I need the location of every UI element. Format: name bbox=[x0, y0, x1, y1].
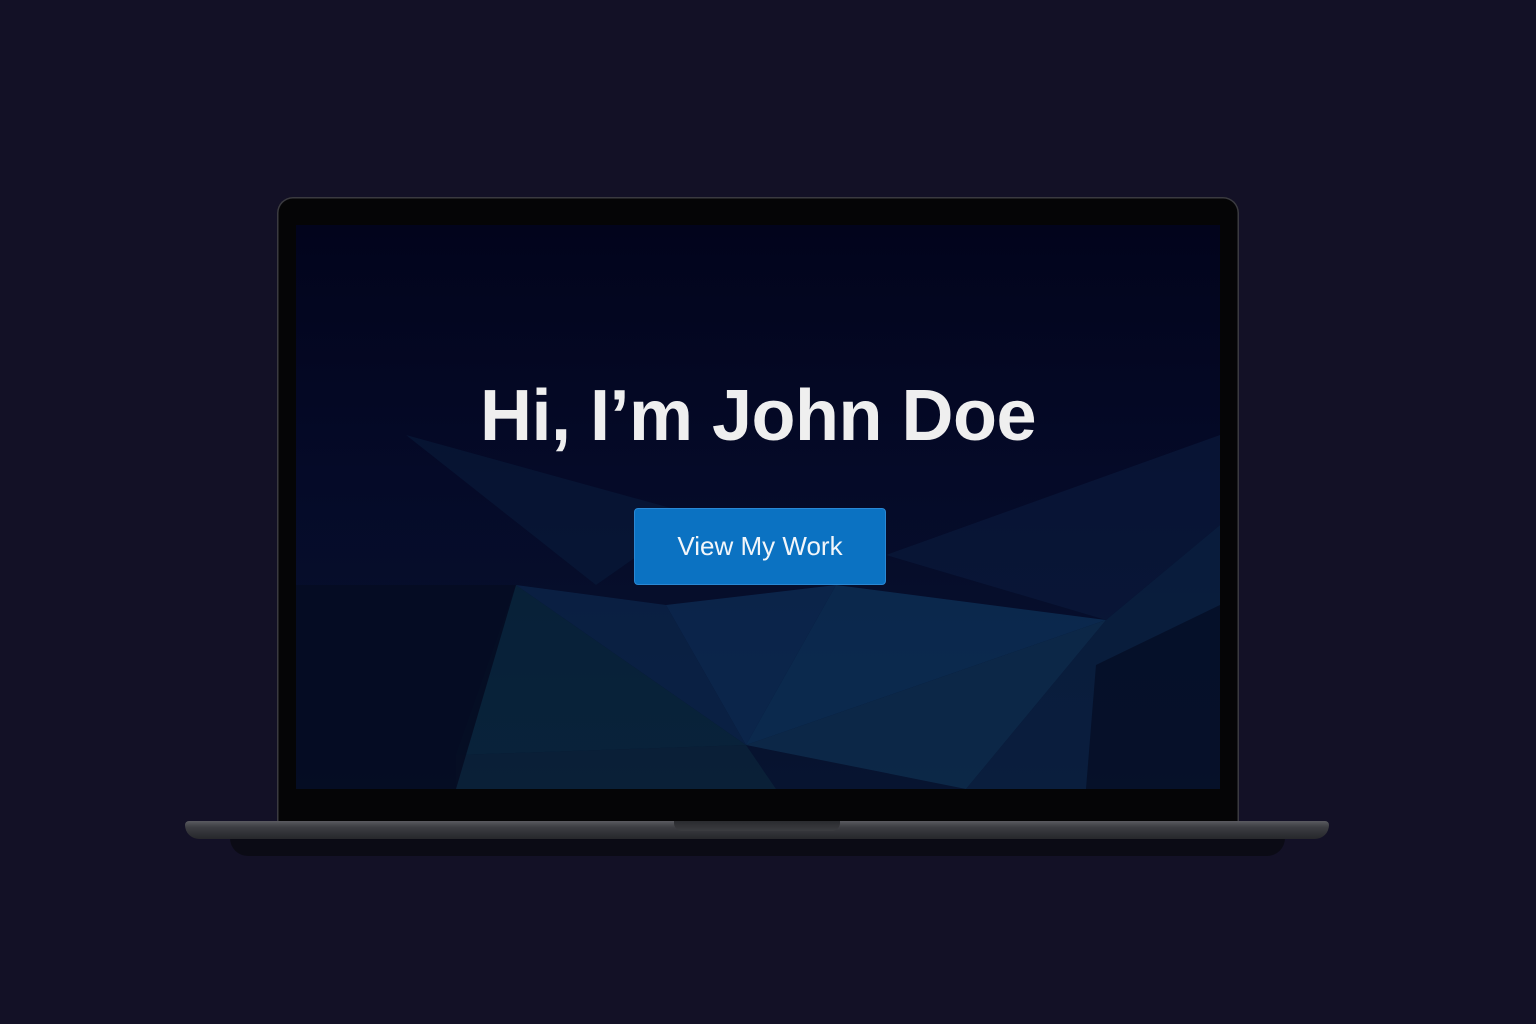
laptop-base bbox=[185, 821, 1329, 839]
laptop-shadow bbox=[230, 838, 1285, 856]
view-my-work-button[interactable]: View My Work bbox=[634, 508, 886, 585]
laptop-screen: Hi, I’m John Doe View My Work bbox=[296, 225, 1220, 789]
hero-title: Hi, I’m John Doe bbox=[479, 376, 1037, 456]
mockup-scene: Hi, I’m John Doe View My Work bbox=[0, 0, 1536, 1024]
laptop-lid: Hi, I’m John Doe View My Work bbox=[277, 197, 1239, 827]
laptop-hinge-notch bbox=[674, 821, 840, 831]
polygon-background bbox=[296, 435, 1220, 789]
